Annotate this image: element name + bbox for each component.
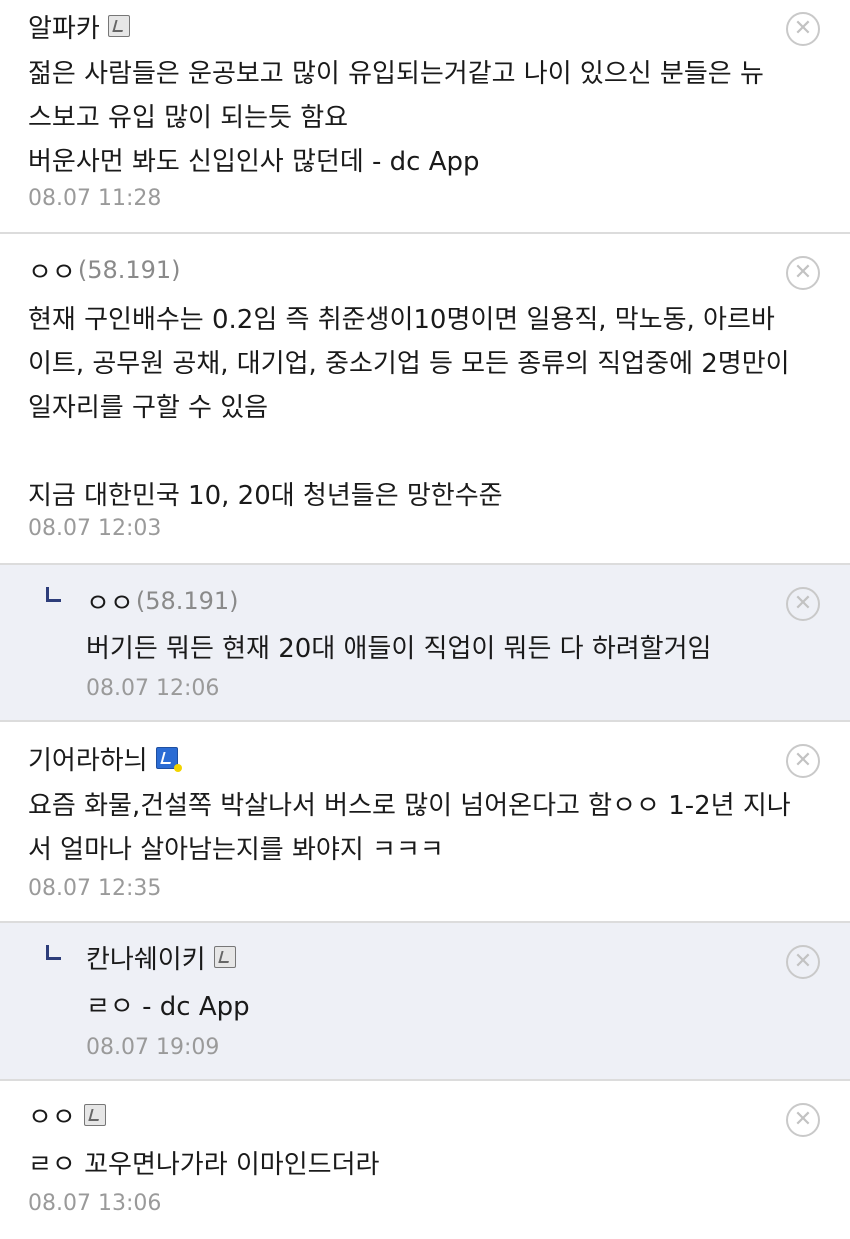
comment-item: ㅇㅇ (58.191) ✕ 현재 구인배수는 0.2임 즉 취준생이10명이면 … bbox=[0, 234, 850, 565]
comment-line: ㄹㅇ - dc App bbox=[86, 992, 250, 1022]
comment-author[interactable]: 칸나쉐이키 bbox=[86, 937, 236, 977]
author-nickname[interactable]: ㅇㅇ bbox=[28, 1097, 76, 1134]
comment-line: 지금 대한민국 10, 20대 청년들은 망한수준 bbox=[28, 481, 503, 511]
comment-line: 버운사먼 봐도 신입인사 많던데 - dc App bbox=[28, 147, 480, 177]
close-icon: ✕ bbox=[793, 949, 813, 974]
reply-corner-icon bbox=[46, 587, 61, 602]
comment-line: 서 얼마나 살아남는지를 봐야지 ㅋㅋㅋ bbox=[28, 835, 444, 865]
comment-body: 버기든 뭐든 현재 20대 애들이 직업이 뭐든 다 하려할거임 bbox=[86, 627, 820, 671]
comment-author[interactable]: 알파카 bbox=[28, 6, 130, 46]
comment-line: 이트, 공무원 공채, 대기업, 중소기업 등 모든 종류의 직업중에 2명만이 bbox=[28, 349, 790, 379]
comment-author[interactable]: ㅇㅇ (58.191) bbox=[28, 250, 181, 290]
gallery-manager-icon bbox=[155, 747, 182, 772]
close-icon: ✕ bbox=[793, 591, 813, 616]
reply-item: 칸나쉐이키 ✕ ㄹㅇ - dc App 08.07 19:09 bbox=[0, 923, 850, 1081]
reply-item: ㅇㅇ (58.191) ✕ 버기든 뭐든 현재 20대 애들이 직업이 뭐든 다… bbox=[0, 565, 850, 722]
author-nickname[interactable]: 알파카 bbox=[28, 8, 100, 45]
comment-line: 일자리를 구할 수 있음 bbox=[28, 393, 269, 423]
author-ip: (58.191) bbox=[135, 587, 239, 615]
comment-body: ㄹㅇ 꼬우면나가라 이마인드더라 bbox=[28, 1143, 820, 1187]
delete-comment-button[interactable]: ✕ bbox=[786, 12, 820, 46]
comment-body: 요즘 화물,건설쪽 박살나서 버스로 많이 넘어온다고 함ㅇㅇ 1-2년 지나서… bbox=[28, 784, 820, 872]
comment-author[interactable]: ㅇㅇ bbox=[28, 1095, 106, 1135]
author-nickname[interactable]: 칸나쉐이키 bbox=[86, 939, 206, 976]
author-nickname[interactable]: 기어라하늬 bbox=[28, 740, 148, 777]
comment-line: 현재 구인배수는 0.2임 즉 취준생이10명이면 일용직, 막노동, 아르바 bbox=[28, 305, 775, 335]
comment-line: ㄹㅇ 꼬우면나가라 이마인드더라 bbox=[28, 1150, 380, 1180]
comment-author[interactable]: 기어라하늬 bbox=[28, 738, 182, 778]
delete-comment-button[interactable]: ✕ bbox=[786, 256, 820, 290]
comment-timestamp: 08.07 19:09 bbox=[86, 1035, 220, 1060]
comment-line: 요즘 화물,건설쪽 박살나서 버스로 많이 넘어온다고 함ㅇㅇ 1-2년 지나 bbox=[28, 791, 791, 821]
comment-line bbox=[28, 430, 820, 474]
close-icon: ✕ bbox=[793, 16, 813, 41]
delete-comment-button[interactable]: ✕ bbox=[786, 744, 820, 778]
gallery-member-icon bbox=[83, 1104, 106, 1126]
comment-timestamp: 08.07 12:06 bbox=[86, 676, 220, 701]
delete-comment-button[interactable]: ✕ bbox=[786, 945, 820, 979]
comment-timestamp: 08.07 12:35 bbox=[28, 876, 162, 901]
comment-item: 알파카 ✕ 젊은 사람들은 운공보고 많이 유입되는거같고 나이 있으신 분들은… bbox=[0, 0, 850, 234]
close-icon: ✕ bbox=[793, 1107, 813, 1132]
gallery-member-icon bbox=[213, 946, 236, 968]
author-nickname[interactable]: ㅇㅇ bbox=[28, 252, 76, 289]
comment-item: 기어라하늬 ✕ 요즘 화물,건설쪽 박살나서 버스로 많이 넘어온다고 함ㅇㅇ … bbox=[0, 722, 850, 923]
comment-timestamp: 08.07 12:03 bbox=[28, 516, 162, 541]
author-nickname[interactable]: ㅇㅇ bbox=[86, 583, 134, 620]
delete-comment-button[interactable]: ✕ bbox=[786, 587, 820, 621]
gallery-member-icon bbox=[107, 15, 130, 37]
comment-body: 현재 구인배수는 0.2임 즉 취준생이10명이면 일용직, 막노동, 아르바이… bbox=[28, 298, 820, 518]
comment-line: 젊은 사람들은 운공보고 많이 유입되는거같고 나이 있으신 분들은 뉴 bbox=[28, 59, 764, 89]
delete-comment-button[interactable]: ✕ bbox=[786, 1103, 820, 1137]
comment-item: ㅇㅇ ✕ ㄹㅇ 꼬우면나가라 이마인드더라 08.07 13:06 bbox=[0, 1081, 850, 1239]
author-ip: (58.191) bbox=[77, 256, 181, 284]
comment-timestamp: 08.07 13:06 bbox=[28, 1191, 162, 1216]
close-icon: ✕ bbox=[793, 748, 813, 773]
comment-line: 스보고 유입 많이 되는듯 함요 bbox=[28, 103, 349, 133]
comment-timestamp: 08.07 11:28 bbox=[28, 186, 162, 211]
comment-body: ㄹㅇ - dc App bbox=[86, 985, 820, 1029]
comment-line: 버기든 뭐든 현재 20대 애들이 직업이 뭐든 다 하려할거임 bbox=[86, 634, 712, 664]
close-icon: ✕ bbox=[793, 260, 813, 285]
comment-author[interactable]: ㅇㅇ (58.191) bbox=[86, 581, 239, 621]
comment-body: 젊은 사람들은 운공보고 많이 유입되는거같고 나이 있으신 분들은 뉴스보고 … bbox=[28, 52, 820, 184]
reply-corner-icon bbox=[46, 945, 61, 960]
